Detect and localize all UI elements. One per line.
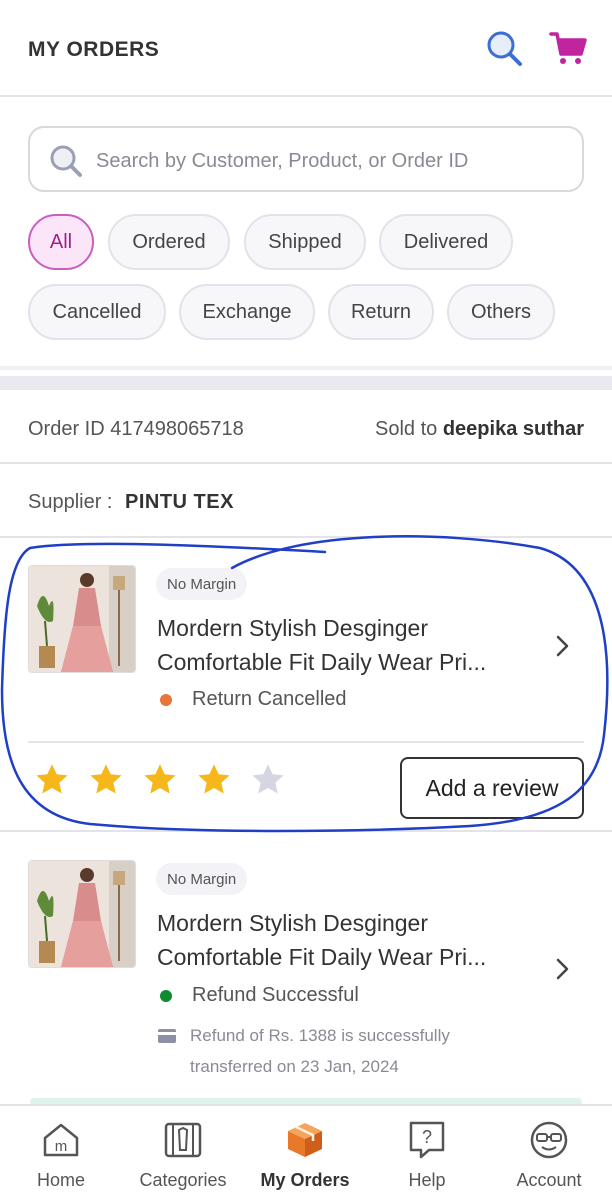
no-margin-badge: No Margin (156, 863, 248, 895)
search-input[interactable]: Search by Customer, Product, or Order ID (28, 126, 584, 192)
svg-text:m: m (55, 1138, 68, 1155)
page-title: MY ORDERS (28, 38, 160, 61)
chevron-right-icon[interactable] (553, 957, 573, 981)
help-icon: ? (407, 1120, 447, 1160)
section-divider (0, 366, 612, 370)
product-thumbnail[interactable] (28, 860, 136, 968)
star-filled-icon[interactable] (34, 762, 70, 798)
order-status: Return Cancelled (160, 688, 347, 711)
product-name-line2: Comfortable Fit Daily Wear Pri... (157, 944, 487, 970)
status-dot-icon (160, 693, 172, 706)
nav-my-orders[interactable]: My Orders (244, 1106, 366, 1200)
star-empty-icon[interactable] (250, 762, 286, 798)
nav-label: Home (36, 1170, 85, 1190)
supplier-row: Supplier : PINTU TEX (0, 466, 612, 538)
add-review-button[interactable]: Add a review (400, 757, 584, 819)
order-status: Refund Successful (160, 984, 359, 1007)
svg-text:?: ? (422, 1127, 432, 1147)
categories-icon (163, 1120, 203, 1160)
status-text: Return Cancelled (192, 688, 347, 710)
status-dot-icon (160, 989, 172, 1002)
star-filled-icon[interactable] (196, 762, 232, 798)
search-icon (48, 143, 84, 179)
product-thumbnail[interactable] (28, 565, 136, 673)
account-icon (529, 1120, 569, 1160)
product-name[interactable]: Mordern Stylish Desginger Comfortable Fi… (157, 906, 537, 974)
product-name[interactable]: Mordern Stylish Desginger Comfortable Fi… (157, 611, 537, 679)
order-id: Order ID 417498065718 (28, 418, 244, 440)
filter-chip-all[interactable]: All (28, 214, 94, 270)
status-text: Refund Successful (192, 984, 359, 1006)
star-filled-icon[interactable] (142, 762, 178, 798)
sold-to-label: Sold to (375, 418, 438, 440)
filter-chip-shipped[interactable]: Shipped (244, 214, 366, 270)
refund-note: Refund of Rs. 1388 is successfully trans… (190, 1020, 520, 1082)
item-divider (28, 741, 584, 743)
product-name-line1: Mordern Stylish Desginger (157, 910, 429, 936)
sold-to-name: deepika suthar (442, 418, 584, 440)
card-icon (158, 1029, 176, 1043)
no-margin-badge: No Margin (156, 568, 248, 600)
search-placeholder: Search by Customer, Product, or Order ID (96, 150, 469, 172)
cart-icon[interactable] (548, 28, 588, 68)
product-name-line1: Mordern Stylish Desginger (157, 615, 429, 641)
home-icon: m (41, 1120, 81, 1160)
refund-note-line2: transferred on 23 Jan, 2024 (190, 1057, 399, 1076)
search-icon[interactable] (484, 28, 524, 68)
supplier-label: Supplier : (28, 491, 113, 513)
bottom-navigation: m Home Categories My Orders ? Help Accou… (0, 1104, 612, 1200)
filter-chip-delivered[interactable]: Delivered (379, 214, 513, 270)
item-divider (0, 830, 612, 832)
nav-label: Categories (139, 1170, 227, 1190)
filter-chip-ordered[interactable]: Ordered (108, 214, 230, 270)
chevron-right-icon[interactable] (553, 634, 573, 658)
section-divider (0, 376, 612, 390)
nav-help[interactable]: ? Help (366, 1106, 488, 1200)
supplier-name: PINTU TEX (125, 491, 234, 513)
nav-categories[interactable]: Categories (122, 1106, 244, 1200)
filter-chip-others[interactable]: Others (447, 284, 555, 340)
nav-label: Help (408, 1170, 446, 1190)
order-header: Order ID 417498065718 Sold to deepika su… (0, 392, 612, 464)
filter-chip-cancelled[interactable]: Cancelled (28, 284, 166, 340)
rating-stars[interactable] (34, 762, 286, 798)
nav-label: Account (516, 1170, 582, 1190)
box-icon (285, 1120, 325, 1160)
nav-label: My Orders (260, 1170, 350, 1190)
sold-to: Sold to deepika suthar (375, 418, 584, 441)
product-name-line2: Comfortable Fit Daily Wear Pri... (157, 649, 487, 675)
filter-chip-exchange[interactable]: Exchange (179, 284, 315, 340)
nav-home[interactable]: m Home (0, 1106, 122, 1200)
filter-chip-return[interactable]: Return (328, 284, 434, 340)
nav-account[interactable]: Account (488, 1106, 610, 1200)
refund-note-line1: Refund of Rs. 1388 is successfully (190, 1026, 450, 1045)
star-filled-icon[interactable] (88, 762, 124, 798)
app-header: MY ORDERS (0, 0, 612, 97)
